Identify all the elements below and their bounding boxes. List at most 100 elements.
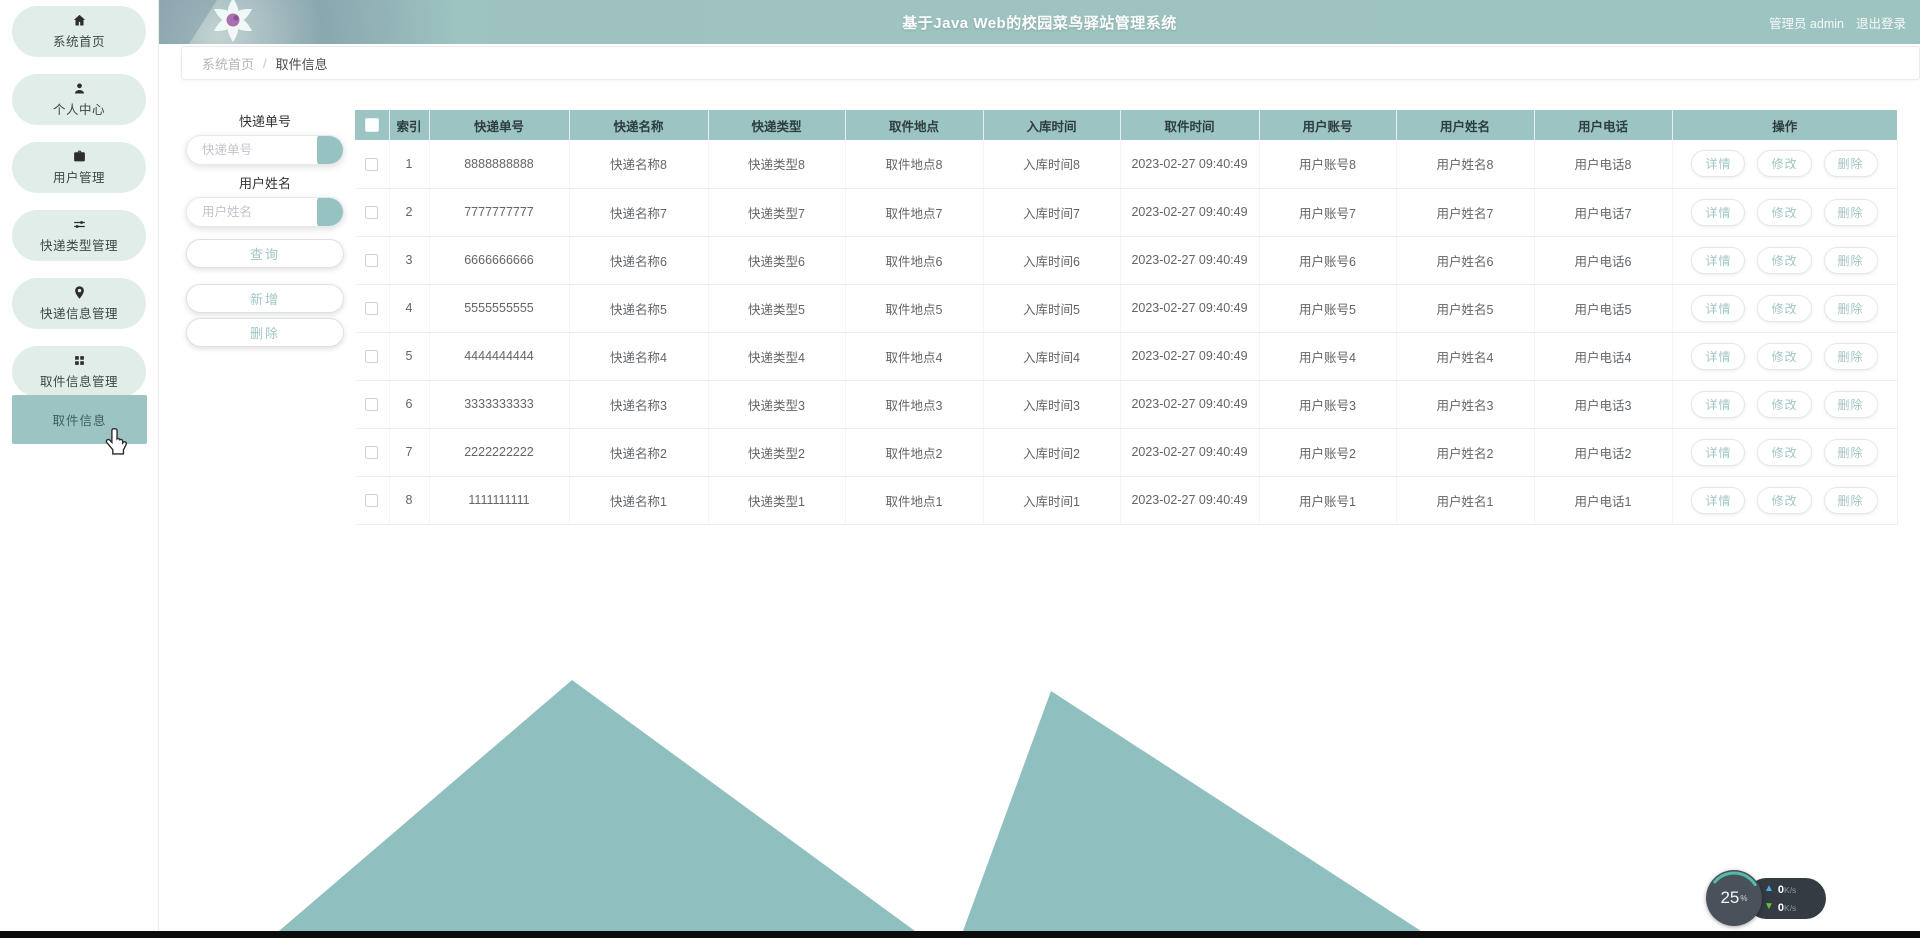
grid-icon [74, 356, 84, 365]
row-checkbox[interactable] [365, 446, 379, 460]
sidebar-item-4[interactable]: 快递信息管理 [12, 278, 146, 329]
tracking-number-input[interactable] [187, 136, 313, 164]
remove-button[interactable]: 删除 [1823, 150, 1878, 178]
row-checkbox[interactable] [365, 350, 379, 364]
cell-pickup_location: 取件地点5 [845, 284, 984, 333]
cell-pickup_time: 2023-02-27 09:40:49 [1120, 188, 1260, 237]
sidebar: 系统首页 个人中心 用户管理 快递类型管理 快递信息管理 取件信息管理 取件信息 [0, 0, 159, 931]
modify-button[interactable]: 修改 [1757, 150, 1812, 178]
sidebar-item-1[interactable]: 个人中心 [12, 74, 146, 125]
modify-button[interactable]: 修改 [1757, 486, 1812, 514]
cell-tracking_no: 2222222222 [429, 428, 570, 477]
modify-button[interactable]: 修改 [1757, 438, 1812, 466]
cell-express_name: 快递名称3 [569, 380, 709, 429]
table-row: 3 6666666666 快递名称6 快递类型6 取件地点6 入库时间6 2023-02-2… [355, 236, 1898, 285]
modify-button[interactable]: 修改 [1757, 390, 1812, 418]
select-all-checkbox[interactable] [364, 118, 379, 133]
pickup-info-table: 索引 快递单号 快递名称 快递类型 取件地点 入库时间 取件时间 用户账号 用户姓名 用户电话 操作… [355, 110, 1898, 525]
cell-index: 3 [389, 236, 430, 285]
logout-link[interactable]: 退出登录 [1856, 13, 1906, 32]
cell-pickup_time: 2023-02-27 09:40:49 [1120, 380, 1260, 429]
row-checkbox[interactable] [365, 302, 379, 316]
column-header: 入库时间 [983, 110, 1121, 140]
modify-button[interactable]: 修改 [1757, 246, 1812, 274]
row-checkbox[interactable] [365, 254, 379, 268]
sidebar-item-0[interactable]: 系统首页 [12, 6, 146, 57]
sidebar-item-label: 用户管理 [52, 171, 105, 185]
detail-button[interactable]: 详情 [1691, 198, 1746, 226]
upload-arrow-icon: ▲ [1764, 883, 1774, 894]
remove-button[interactable]: 删除 [1823, 246, 1878, 274]
column-header: 用户姓名 [1396, 110, 1535, 140]
delete-button[interactable]: 删除 [186, 318, 344, 347]
table-row: 2 7777777777 快递名称7 快递类型7 取件地点7 入库时间7 2023-02-2… [355, 188, 1898, 237]
detail-button[interactable]: 详情 [1691, 342, 1746, 370]
detail-button[interactable]: 详情 [1691, 390, 1746, 418]
cell-pickup_location: 取件地点4 [845, 332, 984, 381]
row-checkbox[interactable] [365, 398, 379, 412]
table-row: 6 3333333333 快递名称3 快递类型3 取件地点3 入库时间3 2023-02-2… [355, 380, 1898, 429]
cell-tracking_no: 7777777777 [429, 188, 570, 237]
cell-pickup_time: 2023-02-27 09:40:49 [1120, 140, 1260, 189]
remove-button[interactable]: 删除 [1823, 294, 1878, 322]
remove-button[interactable]: 删除 [1823, 342, 1878, 370]
speed-monitor-widget[interactable]: ▲ 0K/s ▼ 0K/s 25 % [1706, 870, 1826, 928]
upload-speed-unit: K/s [1784, 885, 1797, 895]
detail-button[interactable]: 详情 [1691, 246, 1746, 274]
detail-button[interactable]: 详情 [1691, 438, 1746, 466]
cell-user_phone: 用户电话6 [1534, 236, 1673, 285]
column-header: 索引 [389, 110, 430, 140]
cell-pickup_location: 取件地点7 [845, 188, 984, 237]
remove-button[interactable]: 删除 [1823, 198, 1878, 226]
select-all-header [355, 110, 390, 140]
row-checkbox[interactable] [365, 157, 379, 171]
cell-pickup_location: 取件地点1 [845, 476, 984, 525]
column-header: 快递单号 [429, 110, 570, 140]
cell-user_name: 用户姓名4 [1396, 332, 1535, 381]
sidebar-item-3[interactable]: 快递类型管理 [12, 210, 146, 261]
cell-store_time: 入库时间2 [983, 428, 1121, 477]
remove-button[interactable]: 删除 [1823, 390, 1878, 418]
modify-button[interactable]: 修改 [1757, 198, 1812, 226]
row-checkbox[interactable] [365, 494, 379, 508]
app-header: 基于Java Web的校园菜鸟驿站管理系统 管理员 admin 退出登录 [159, 0, 1920, 44]
cell-store_time: 入库时间4 [983, 332, 1121, 381]
sidebar-item-5[interactable]: 取件信息管理 [12, 346, 146, 397]
progress-arc-icon [1707, 871, 1761, 925]
row-checkbox[interactable] [365, 206, 379, 220]
remove-button[interactable]: 删除 [1823, 438, 1878, 466]
sliders-icon [73, 221, 85, 228]
admin-label: 管理员 admin [1768, 16, 1844, 31]
modify-button[interactable]: 修改 [1757, 342, 1812, 370]
sidebar-item-2[interactable]: 用户管理 [12, 142, 146, 193]
cell-express_name: 快递名称2 [569, 428, 709, 477]
cell-user_account: 用户账号8 [1259, 140, 1397, 189]
cell-express_name: 快递名称8 [569, 140, 709, 189]
cell-express_name: 快递名称7 [569, 188, 709, 237]
cell-tracking_no: 1111111111 [429, 476, 570, 525]
breadcrumb-separator: / [263, 55, 267, 71]
detail-button[interactable]: 详情 [1691, 294, 1746, 322]
cell-user_phone: 用户电话4 [1534, 332, 1673, 381]
detail-button[interactable]: 详情 [1691, 486, 1746, 514]
cell-index: 7 [389, 428, 430, 477]
user-name-input[interactable] [187, 198, 313, 226]
modify-button[interactable]: 修改 [1757, 294, 1812, 322]
cell-pickup_location: 取件地点6 [845, 236, 984, 285]
cell-tracking_no: 4444444444 [429, 332, 570, 381]
remove-button[interactable]: 删除 [1823, 486, 1878, 514]
hand-cursor-icon [105, 428, 128, 455]
cell-index: 8 [389, 476, 430, 525]
breadcrumb-home-link[interactable]: 系统首页 [202, 54, 254, 73]
cell-store_time: 入库时间5 [983, 284, 1121, 333]
detail-button[interactable]: 详情 [1691, 150, 1746, 178]
cell-index: 6 [389, 380, 430, 429]
sidebar-item-label: 系统首页 [52, 35, 105, 49]
add-button[interactable]: 新增 [186, 284, 344, 313]
sidebar-item-label: 个人中心 [52, 103, 105, 117]
cell-user_name: 用户姓名3 [1396, 380, 1535, 429]
cell-express_name: 快递名称6 [569, 236, 709, 285]
cell-index: 1 [389, 140, 430, 189]
cell-user_account: 用户账号3 [1259, 380, 1397, 429]
query-button[interactable]: 查询 [186, 239, 344, 268]
